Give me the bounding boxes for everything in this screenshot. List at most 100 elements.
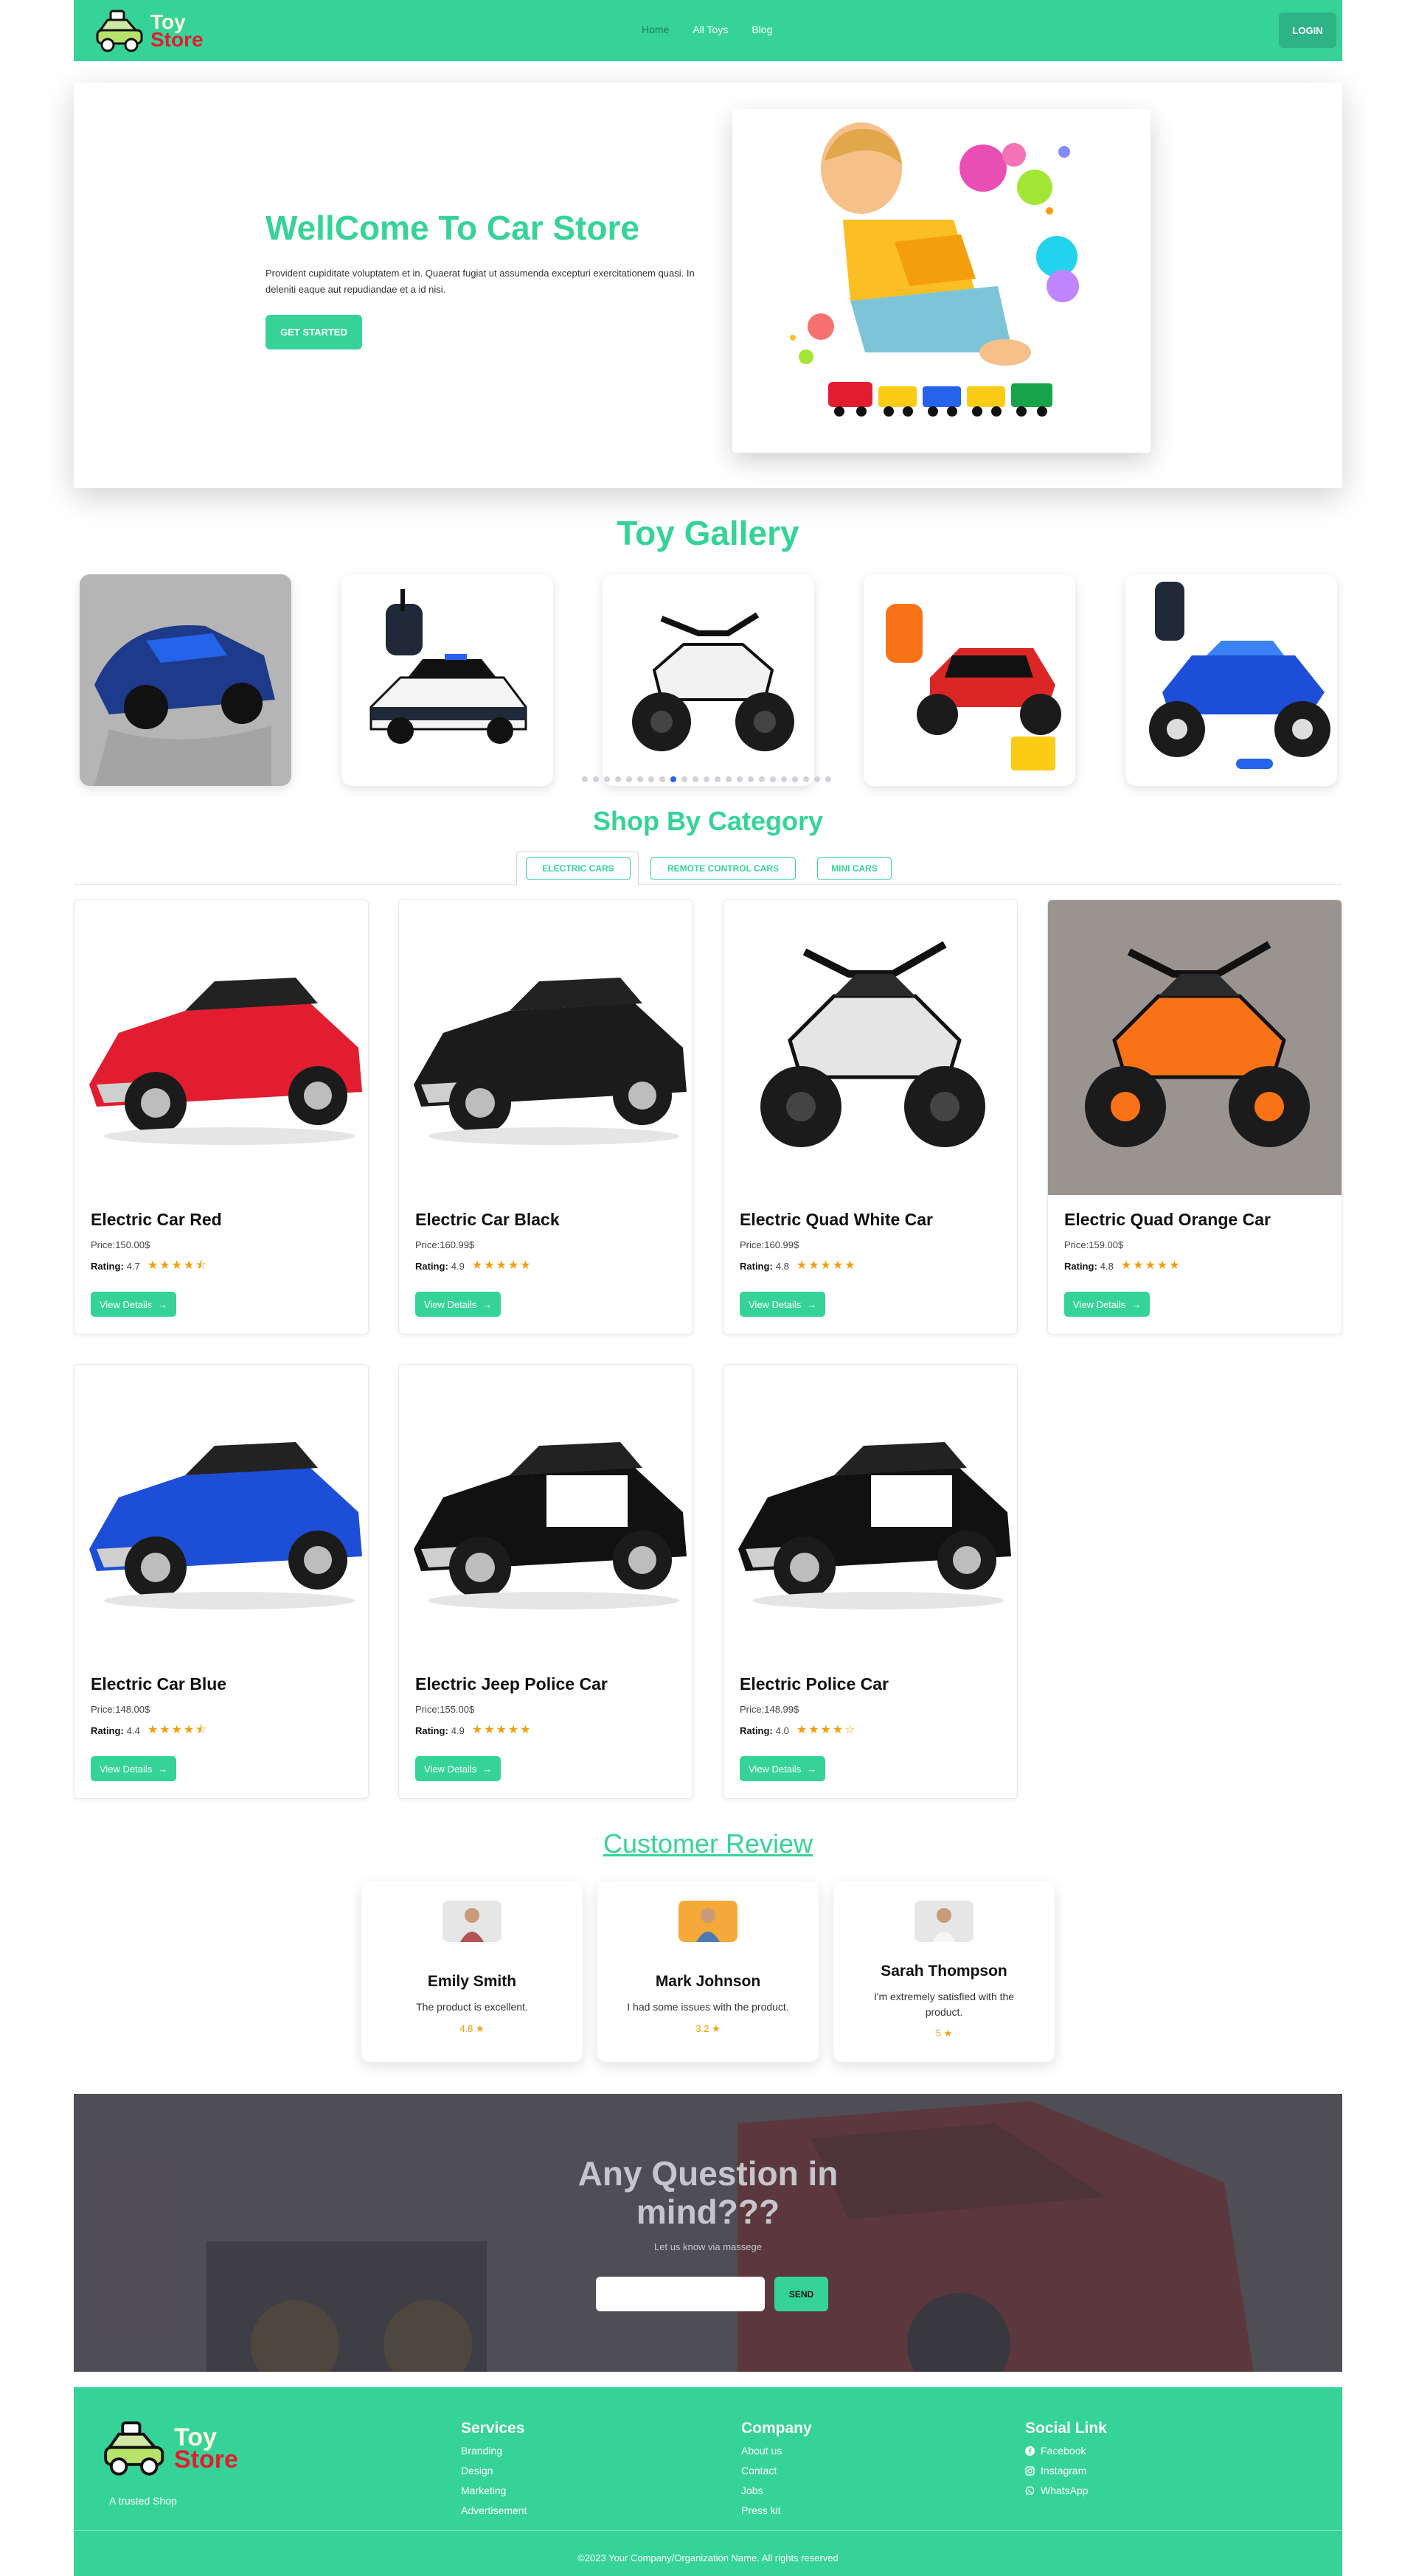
contact-section: Any Question in mind??? Let us know via … [74,2094,1342,2372]
star-icon: ★ [159,1724,170,1736]
arrow-right-icon: → [158,1763,168,1775]
product-card: Electric Jeep Police Car Price:155.00$ R… [398,1364,693,1799]
footer-brand-logo[interactable]: Toy Store [102,2415,238,2482]
facebook-label: Facebook [1041,2445,1086,2457]
instagram-label: Instagram [1041,2465,1087,2476]
star-icon: ★ [844,1259,856,1272]
nav-link-home[interactable]: Home [642,24,669,35]
view-details-button[interactable]: View Details → [740,1756,826,1781]
footer-link-advertisement[interactable]: Advertisement [461,2504,527,2516]
view-details-button[interactable]: View Details → [1064,1292,1150,1317]
product-card: Electric Quad White Car Price:160.99$ Ra… [723,899,1018,1334]
footer-link-facebook[interactable]: Facebook [1025,2445,1107,2457]
message-input[interactable] [596,2277,765,2311]
send-button[interactable]: SEND [774,2277,828,2311]
pagination-dot[interactable] [825,776,831,782]
footer-link-about-us[interactable]: About us [741,2445,812,2457]
rating-stars: ★ ★ ★ ★ ⯪ [148,1260,207,1272]
gallery-pagination [582,776,831,782]
get-started-button[interactable]: GET STARTED [266,315,362,349]
brand-logo[interactable]: Toy Store [94,5,204,57]
brand-word-2: Store [150,27,204,51]
facebook-icon [1025,2446,1035,2456]
pagination-dot[interactable] [770,776,776,782]
tab-electric-cars[interactable]: ELECTRIC CARS [526,857,631,880]
rating-label: Rating: [740,1724,773,1736]
tab-mini-cars[interactable]: MINI CARS [817,857,892,880]
star-icon: ★ [496,1724,507,1736]
view-details-button[interactable]: View Details → [91,1756,177,1781]
pagination-dot[interactable] [615,776,621,782]
category-title: Shop By Category [592,806,824,836]
star-icon: ☆ [844,1724,856,1736]
star-icon: ★ [796,1724,808,1736]
rating-stars: ★ ★ ★ ★ ★ [796,1260,856,1272]
pagination-dot[interactable] [637,776,643,782]
pagination-dot[interactable] [670,776,676,782]
product-image[interactable] [723,900,1017,1195]
pagination-dot[interactable] [715,776,721,782]
footer-link-jobs[interactable]: Jobs [741,2485,812,2496]
gallery-item[interactable] [341,574,553,786]
hero-section: WellCome To Car Store Provident cupidita… [74,83,1342,488]
view-details-button[interactable]: View Details → [740,1292,826,1317]
pagination-dot[interactable] [693,776,698,782]
product-image[interactable] [74,1365,368,1660]
pagination-dot[interactable] [803,776,809,782]
pagination-dot[interactable] [593,776,599,782]
footer-link-branding[interactable]: Branding [461,2445,527,2457]
footer-link-design[interactable]: Design [461,2465,527,2476]
footer-link-contact[interactable]: Contact [741,2465,812,2476]
hero-description: Provident cupiditate voluptatem et in. Q… [266,268,695,295]
star-icon: ★ [1145,1259,1156,1272]
footer-link-instagram[interactable]: Instagram [1025,2465,1107,2476]
gallery-title: Toy Gallery [617,514,799,552]
pagination-dot[interactable] [648,776,654,782]
login-button[interactable]: LOGIN [1279,13,1336,48]
gallery-item[interactable] [1125,574,1337,786]
view-details-label: View Details [424,1763,477,1775]
toy-truck-background-image [74,2094,1342,2372]
view-details-button[interactable]: View Details → [415,1756,502,1781]
pagination-dot[interactable] [792,776,798,782]
star-icon: ★ [147,1259,159,1272]
pagination-dot[interactable] [704,776,709,782]
star-icon: ★ [471,1259,483,1272]
tab-remote-control-cars[interactable]: REMOTE CONTROL CARS [650,857,796,880]
product-price: Price:160.99$ [740,1239,799,1250]
nav-link-all-toys[interactable]: All Toys [693,24,728,35]
view-details-button[interactable]: View Details → [415,1292,502,1317]
pagination-dot[interactable] [681,776,687,782]
toy-car-logo-icon [96,10,143,52]
product-image[interactable] [1048,900,1342,1195]
footer-link-marketing[interactable]: Marketing [461,2485,527,2496]
product-image[interactable] [399,900,693,1195]
pagination-dot[interactable] [814,776,820,782]
star-icon: ★ [147,1724,159,1736]
arrow-right-icon: → [158,1298,168,1310]
star-icon: ★ [171,1259,182,1272]
product-image[interactable] [74,900,368,1195]
pagination-dot[interactable] [726,776,732,782]
footer-link-press-kit[interactable]: Press kit [741,2504,812,2516]
pagination-dot[interactable] [604,776,610,782]
pagination-dot[interactable] [659,776,665,782]
star-icon: ★ [484,1259,495,1272]
product-image[interactable] [723,1365,1017,1660]
nav-links: Home All Toys Blog [642,24,772,35]
pagination-dot[interactable] [748,776,754,782]
gallery-item[interactable] [80,574,291,786]
gallery-item[interactable] [864,574,1075,786]
pagination-dot[interactable] [626,776,632,782]
pagination-dot[interactable] [737,776,743,782]
pagination-dot[interactable] [759,776,765,782]
product-image[interactable] [399,1365,693,1660]
view-details-button[interactable]: View Details → [91,1292,177,1317]
pagination-dot[interactable] [781,776,787,782]
toy-car-logo-icon [104,2421,164,2476]
pagination-dot[interactable] [582,776,588,782]
gallery-item[interactable] [603,574,814,786]
nav-link-blog[interactable]: Blog [752,24,772,35]
footer-link-whatsapp[interactable]: WhatsApp [1025,2485,1107,2496]
reviews-title[interactable]: Customer Review [0,1828,1416,1859]
